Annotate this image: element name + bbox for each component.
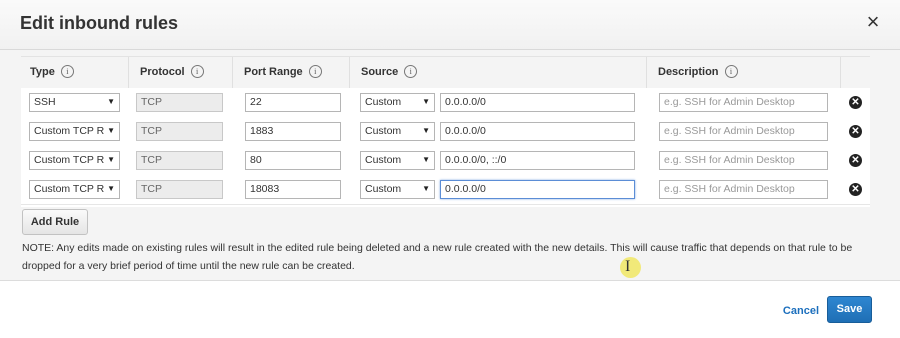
source-type-value: Custom (365, 154, 402, 166)
source-type-value: Custom (365, 96, 402, 108)
table-row: Custom TCP R ▼ TCP 1883 Custom ▼ 0.0.0.0/0… (21, 117, 870, 147)
header-source-label: Source (361, 65, 399, 78)
edit-warning-note: NOTE: Any edits made on existing rules w… (22, 242, 853, 272)
remove-rule-icon[interactable]: ✕ (849, 96, 862, 109)
dropdown-arrow-icon: ▼ (107, 126, 115, 135)
add-rule-button[interactable]: Add Rule (22, 209, 88, 235)
type-select-value: SSH (34, 96, 56, 108)
protocol-field: TCP (136, 151, 223, 170)
dropdown-arrow-icon: ▼ (107, 97, 115, 106)
source-type-select[interactable]: Custom ▼ (360, 122, 435, 141)
type-select-value: Custom TCP R (34, 125, 105, 137)
port-range-input[interactable]: 18083 (245, 180, 341, 199)
remove-rule-icon[interactable]: ✕ (849, 154, 862, 167)
column-divider (349, 57, 350, 88)
dialog-title: Edit inbound rules (20, 13, 178, 33)
table-row: Custom TCP R ▼ TCP 18083 Custom ▼ 0.0.0.0/… (21, 175, 870, 205)
dialog-header: Edit inbound rules × (0, 0, 900, 50)
description-input[interactable]: e.g. SSH for Admin Desktop (659, 93, 828, 112)
table-row: SSH ▼ TCP 22 Custom ▼ 0.0.0.0/0 e.g. SSH f… (21, 88, 870, 118)
header-type-label: Type (30, 65, 55, 78)
close-icon[interactable]: × (863, 11, 883, 33)
port-range-input[interactable]: 80 (245, 151, 341, 170)
header-protocol-label: Protocol (140, 65, 185, 78)
dropdown-arrow-icon: ▼ (422, 184, 430, 193)
rules-table: Type i Protocol i Port Range i Source i (21, 56, 870, 207)
dropdown-arrow-icon: ▼ (422, 126, 430, 135)
info-icon[interactable]: i (190, 65, 204, 78)
header-type: Type i (30, 65, 74, 78)
column-divider (128, 57, 129, 88)
type-select[interactable]: Custom TCP R ▼ (29, 180, 120, 199)
remove-rule-icon[interactable]: ✕ (849, 125, 862, 138)
source-cidr-input[interactable]: 0.0.0.0/0 (440, 122, 635, 141)
cursor-highlight (620, 257, 641, 278)
dropdown-arrow-icon: ▼ (107, 155, 115, 164)
source-type-select[interactable]: Custom ▼ (360, 93, 435, 112)
description-input[interactable]: e.g. SSH for Admin Desktop (659, 151, 828, 170)
protocol-field: TCP (136, 122, 223, 141)
source-type-value: Custom (365, 125, 402, 137)
dropdown-arrow-icon: ▼ (422, 155, 430, 164)
remove-rule-icon[interactable]: ✕ (849, 183, 862, 196)
info-icon[interactable]: i (404, 65, 418, 78)
type-select-value: Custom TCP R (34, 183, 105, 195)
port-range-input[interactable]: 1883 (245, 122, 341, 141)
source-cidr-input[interactable]: 0.0.0.0/0, ::/0 (440, 151, 635, 170)
header-description-label: Description (658, 65, 719, 78)
column-divider (232, 57, 233, 88)
dropdown-arrow-icon: ▼ (422, 97, 430, 106)
dialog-footer: Cancel Save (0, 280, 900, 338)
protocol-field: TCP (136, 180, 223, 199)
table-row: Custom TCP R ▼ TCP 80 Custom ▼ 0.0.0.0/0, … (21, 146, 870, 176)
port-range-input[interactable]: 22 (245, 93, 341, 112)
header-source: Source i (361, 65, 418, 78)
column-divider (646, 57, 647, 88)
protocol-field: TCP (136, 93, 223, 112)
edit-inbound-rules-dialog: Edit inbound rules × Type i Protocol i P… (0, 0, 900, 338)
header-description: Description i (658, 65, 738, 78)
source-type-value: Custom (365, 183, 402, 195)
source-type-select[interactable]: Custom ▼ (360, 151, 435, 170)
source-type-select[interactable]: Custom ▼ (360, 180, 435, 199)
table-header: Type i Protocol i Port Range i Source i (21, 57, 870, 89)
text-cursor-icon: I (625, 258, 631, 275)
type-select-value: Custom TCP R (34, 154, 105, 166)
dialog-body: Type i Protocol i Port Range i Source i (0, 50, 900, 280)
save-button[interactable]: Save (827, 296, 872, 323)
dropdown-arrow-icon: ▼ (107, 184, 115, 193)
header-port-range: Port Range i (244, 65, 322, 78)
header-protocol: Protocol i (140, 65, 204, 78)
cancel-button[interactable]: Cancel (783, 305, 819, 317)
source-cidr-input[interactable]: 0.0.0.0/0 (440, 180, 635, 199)
description-input[interactable]: e.g. SSH for Admin Desktop (659, 122, 828, 141)
type-select[interactable]: Custom TCP R ▼ (29, 151, 120, 170)
source-cidr-input[interactable]: 0.0.0.0/0 (440, 93, 635, 112)
info-icon[interactable]: i (60, 65, 74, 78)
type-select[interactable]: Custom TCP R ▼ (29, 122, 120, 141)
column-divider (840, 57, 841, 88)
info-icon[interactable]: i (724, 65, 738, 78)
description-input[interactable]: e.g. SSH for Admin Desktop (659, 180, 828, 199)
info-icon[interactable]: i (308, 65, 322, 78)
type-select[interactable]: SSH ▼ (29, 93, 120, 112)
header-port-range-label: Port Range (244, 65, 303, 78)
